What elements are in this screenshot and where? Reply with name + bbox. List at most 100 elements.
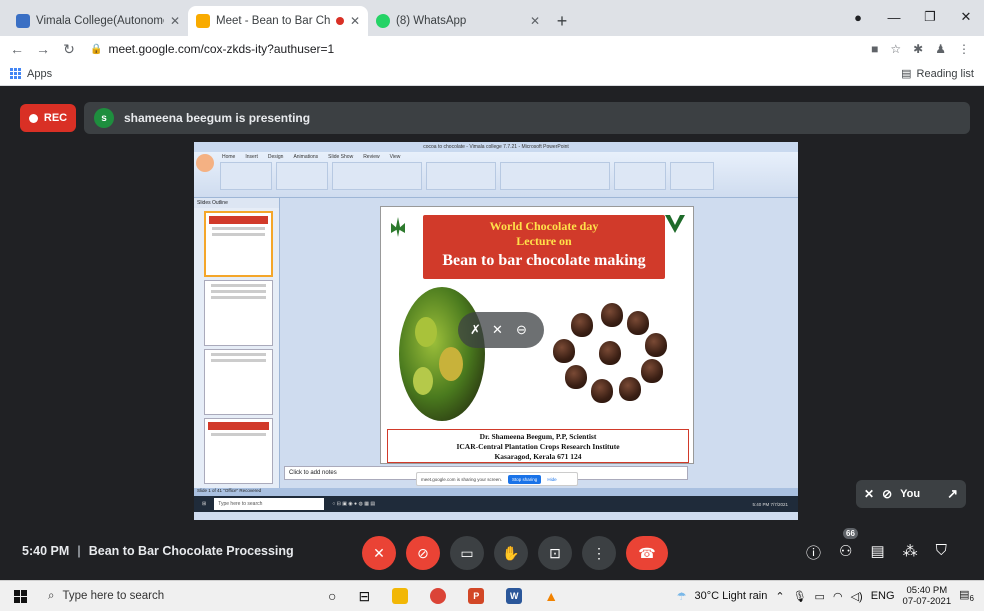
menu-icon[interactable]: ⋮ <box>958 42 970 56</box>
ribbon-tab-review: Review <box>363 154 380 160</box>
reload-button[interactable]: ↻ <box>60 41 78 58</box>
close-icon[interactable]: ✕ <box>350 14 360 28</box>
weather-text[interactable]: 30°C Light rain <box>694 590 767 602</box>
clock-time: 05:40 PM <box>906 585 948 596</box>
mute-icon: ✕ <box>492 322 503 337</box>
mic-off-icon: ✕ <box>864 487 875 501</box>
profile-icon[interactable]: ● <box>840 10 876 25</box>
raise-hand-button[interactable]: ✋ <box>494 536 528 570</box>
weather-icon: ☂ <box>676 590 687 603</box>
credit-line-3: Kasaragod, Kerala 671 124 <box>494 452 582 461</box>
expand-icon[interactable]: ↗ <box>947 486 958 502</box>
reading-list-button[interactable]: ▤ Reading list <box>901 67 974 81</box>
captions-button[interactable]: ▭ <box>450 536 484 570</box>
hand-icon: ✋ <box>502 544 520 561</box>
people-count-badge: 66 <box>843 528 858 539</box>
present-icon: ⊡ <box>549 544 561 561</box>
presenting-banner: s shameena beegum is presenting <box>84 102 970 134</box>
microphone-icon[interactable]: 🎙 <box>793 590 807 603</box>
pin-icon: ✗ <box>470 322 481 337</box>
slide-credit-box: Dr. Shameena Beegum, P.P, Scientist ICAR… <box>387 429 689 463</box>
windows-logo-icon <box>13 589 27 603</box>
reading-list-icon: ▤ <box>901 68 912 80</box>
mic-toggle-button[interactable]: ✕ <box>362 536 396 570</box>
ribbon-tab-slideshow: Slide Show <box>328 154 354 160</box>
camera-toggle-button[interactable]: ⊘ <box>406 536 440 570</box>
shared-taskbar: ⊞ Type here to search ○ ⊟ ▣ ◉ ● ◍ ▦ ▤ 5:… <box>194 496 798 512</box>
host-controls-button[interactable]: ⛉ <box>936 542 947 563</box>
powerpoint-icon[interactable]: P <box>468 588 485 604</box>
clock-date: 07-07-2021 <box>902 596 952 607</box>
volume-icon[interactable]: ◁) <box>851 590 863 603</box>
task-view-icon[interactable]: ⊟ <box>358 588 370 605</box>
search-icon: ⌕ <box>48 589 55 602</box>
people-icon: ⚇ <box>839 543 853 560</box>
activities-button[interactable]: ⁂ <box>903 542 918 563</box>
close-window-button[interactable]: ✕ <box>948 9 984 25</box>
profile-extension-icon[interactable]: ♟ <box>935 42 946 56</box>
cocoa-pods-image <box>399 287 485 421</box>
apps-icon[interactable] <box>10 68 21 79</box>
leave-call-button[interactable]: ☎ <box>626 536 668 570</box>
tab-meet[interactable]: Meet - Bean to Bar Chocolat ✕ <box>188 6 368 36</box>
slide-line-2: Lecture on <box>516 234 572 248</box>
clock[interactable]: 05:40 PM 07-07-2021 <box>903 585 952 607</box>
separator: | <box>77 544 81 558</box>
window-controls: ● — ❐ ✕ <box>840 0 984 34</box>
sharing-text: meet.google.com is sharing your screen. <box>421 476 503 482</box>
zoom-out-icon: ⊖ <box>516 322 527 337</box>
notifications-button[interactable]: ▤6 <box>959 588 974 603</box>
apps-link[interactable]: Apps <box>27 68 52 80</box>
people-button[interactable]: 66 ⚇ <box>839 528 858 563</box>
restore-button[interactable]: ❐ <box>912 9 948 25</box>
ppt-body: Slides Outline World Chocolate day Lectu… <box>194 198 798 520</box>
cortana-icon[interactable]: ○ <box>328 588 336 604</box>
close-icon[interactable]: ✕ <box>170 14 180 28</box>
shared-windows-icon: ⊞ <box>202 501 207 507</box>
tab-whatsapp[interactable]: (8) WhatsApp ✕ <box>368 6 548 36</box>
network-icon[interactable]: ▭ <box>815 590 825 603</box>
meeting-info-button[interactable]: ⓘ <box>806 542 821 563</box>
chrome-icon[interactable] <box>430 588 447 604</box>
shared-clock: 5:40 PM 7/7/2021 <box>752 501 788 507</box>
ribbon-group <box>220 162 272 190</box>
search-placeholder: Type here to search <box>62 590 165 602</box>
taskbar-search[interactable]: ⌕ Type here to search <box>40 581 280 611</box>
address-bar[interactable]: 🔒 meet.google.com/cox-zkds-ity?authuser=… <box>86 38 863 60</box>
ribbon-tab-design: Design <box>267 154 284 160</box>
side-panel-controls: ⓘ 66 ⚇ ▤ ⁂ ⛉ <box>806 528 947 563</box>
ribbon-group <box>614 162 666 190</box>
tray-chevron-icon[interactable]: ⌃ <box>775 590 784 603</box>
notification-count: 6 <box>969 594 974 604</box>
self-view-tile[interactable]: ✕ ⊘ You ↗ <box>856 480 966 508</box>
credit-line-1: Dr. Shameena Beegum, P.P, Scientist <box>479 432 597 441</box>
notification-icon: ▤ <box>959 589 970 602</box>
start-button[interactable] <box>0 589 40 603</box>
star-icon[interactable]: ☆ <box>890 42 901 56</box>
close-icon[interactable]: ✕ <box>530 14 540 28</box>
lock-icon[interactable]: 🔒 <box>90 44 102 55</box>
chat-button[interactable]: ▤ <box>870 542 884 563</box>
vimala-favicon-icon <box>16 14 30 28</box>
stop-sharing-button: Stop sharing <box>508 474 542 484</box>
back-button[interactable]: ← <box>8 41 26 57</box>
slide-line-3: Bean to bar chocolate making <box>442 252 646 269</box>
language-indicator[interactable]: ENG <box>871 590 895 602</box>
word-icon[interactable]: W <box>506 588 523 604</box>
more-options-button[interactable]: ⋮ <box>582 536 616 570</box>
browser-tab-strip: Vimala College(Autonomous) - C ✕ Meet - … <box>0 0 984 36</box>
file-explorer-icon[interactable] <box>392 588 409 604</box>
tab-vimala-college[interactable]: Vimala College(Autonomous) - C ✕ <box>8 6 188 36</box>
new-tab-button[interactable]: + <box>548 6 576 36</box>
wifi-icon[interactable]: ◠ <box>833 590 843 603</box>
captions-icon: ▭ <box>460 544 474 561</box>
forward-button[interactable]: → <box>34 41 52 57</box>
camera-icon[interactable]: ■ <box>871 42 878 56</box>
ppt-window-title: cocoa to chocolate - Vimala college 7.7.… <box>194 142 798 152</box>
slide-thumbnail <box>204 349 273 415</box>
minimize-button[interactable]: — <box>876 10 912 25</box>
slide-line-1: World Chocolate day <box>489 219 599 233</box>
extensions-icon[interactable]: ✱ <box>913 42 923 56</box>
vlc-icon[interactable]: ▲ <box>544 588 558 604</box>
present-button[interactable]: ⊡ <box>538 536 572 570</box>
